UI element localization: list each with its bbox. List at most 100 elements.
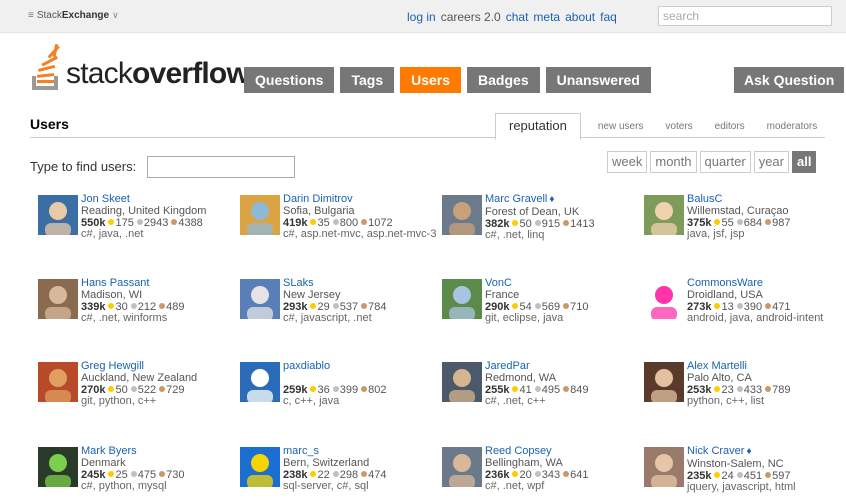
user-name-link[interactable]: Alex Martelli <box>687 360 842 372</box>
user-card: paxdiablo 259k 36 399 802 c, c++, java <box>240 360 440 422</box>
user-tags: c#, javascript, .net <box>283 312 372 324</box>
user-location: Winston-Salem, NC <box>687 458 784 470</box>
silver-badge-icon <box>136 219 143 225</box>
chat-link[interactable]: chat <box>506 10 529 24</box>
user-location: Madison, WI <box>81 289 143 301</box>
user-location <box>283 372 438 384</box>
user-avatar[interactable] <box>38 447 78 487</box>
user-name: Reed Copsey <box>485 445 552 457</box>
user-name-link[interactable]: Greg Hewgill <box>81 360 236 372</box>
nav-badges[interactable]: Badges <box>467 67 540 93</box>
user-card: JaredPar Redmond, WA 255k 41 495 849 c#, .net,… <box>442 360 642 422</box>
bronze-badge-icon <box>765 219 772 225</box>
user-avatar[interactable] <box>240 447 280 487</box>
user-tags: c#, .net, c++ <box>485 395 546 407</box>
period-quarter[interactable]: quarter <box>699 151 751 173</box>
period-all[interactable]: all <box>792 151 817 173</box>
page-title: Users <box>30 116 69 132</box>
user-name: VonC <box>485 277 512 289</box>
user-avatar[interactable] <box>38 362 78 402</box>
user-card: SLaks New Jersey 293k 29 537 784 c#, javascrip… <box>240 277 440 339</box>
user-info: Hans Passant Madison, WI 339k 30 212 489 c#, .… <box>81 277 236 324</box>
user-avatar[interactable] <box>644 195 684 235</box>
gold-badge-icon <box>512 220 519 226</box>
search-input[interactable] <box>658 6 832 26</box>
user-avatar[interactable] <box>240 195 280 235</box>
user-location: Droidland, USA <box>687 289 763 301</box>
bronze-badge-icon <box>361 303 368 309</box>
tab-editors[interactable]: editors <box>704 121 756 139</box>
user-name-link[interactable]: Darin Dimitrov <box>283 193 438 205</box>
user-avatar[interactable] <box>38 195 78 235</box>
stackexchange-topbar: ≡ Stack Exchange ∨ log in careers 2.0 cha… <box>0 0 846 33</box>
user-avatar[interactable] <box>644 362 684 402</box>
user-card: Alex Martelli Palo Alto, CA 253k 23 433 789 py… <box>644 360 844 422</box>
user-name-link[interactable]: VonC <box>485 277 640 289</box>
user-name-link[interactable]: Reed Copsey <box>485 445 640 457</box>
user-card: Nick Craver ♦ Winston-Salem, NC 235k 24 451 59… <box>644 445 844 501</box>
gold-badge-icon <box>512 303 519 309</box>
user-name-link[interactable]: BalusC <box>687 193 842 205</box>
meta-link[interactable]: meta <box>533 10 560 24</box>
about-link[interactable]: about <box>565 10 595 24</box>
bronze-badge-count: 987 <box>772 217 791 229</box>
tab-voters[interactable]: voters <box>654 121 703 139</box>
user-name-link[interactable]: Jon Skeet <box>81 193 236 205</box>
nav-questions[interactable]: Questions <box>244 67 335 93</box>
user-avatar[interactable] <box>442 447 482 487</box>
stackexchange-brand-bold: Exchange <box>61 10 110 21</box>
user-name-link[interactable]: paxdiablo <box>283 360 438 372</box>
tab-moderators[interactable]: moderators <box>756 121 829 139</box>
user-avatar[interactable] <box>442 362 482 402</box>
gold-badge-icon <box>512 471 519 477</box>
period-year[interactable]: year <box>753 151 789 173</box>
nav-unanswered[interactable]: Unanswered <box>545 67 651 93</box>
user-card: Marc Gravell ♦ Forest of Dean, UK 382k 50 915… <box>442 193 642 255</box>
silver-badge-count: 915 <box>541 218 561 230</box>
user-avatar[interactable] <box>644 447 684 487</box>
careers-link[interactable]: careers 2.0 <box>441 10 501 24</box>
user-name-link[interactable]: marc_s <box>283 445 438 457</box>
user-location: Denmark <box>81 457 126 469</box>
user-avatar[interactable] <box>442 279 482 319</box>
user-name-link[interactable]: Nick Craver ♦ <box>687 445 842 458</box>
logo-text-bold: overflow <box>132 57 250 90</box>
tab-reputation[interactable]: reputation <box>495 113 581 140</box>
period-month[interactable]: month <box>650 151 697 173</box>
user-location: Palo Alto, CA <box>687 372 752 384</box>
bronze-badge-count: 802 <box>368 384 387 396</box>
user-avatar[interactable] <box>38 279 78 319</box>
user-info: BalusC Willemstad, Curaçao 375k 55 684 987 jav… <box>687 193 842 240</box>
user-name-link[interactable]: SLaks <box>283 277 438 289</box>
user-avatar[interactable] <box>644 279 684 319</box>
user-tags: sql-server, c#, sql <box>283 480 369 492</box>
moderator-diamond-icon: ♦ <box>746 446 752 457</box>
user-info: Mark Byers Denmark 245k 25 475 730 c#, python,… <box>81 445 236 492</box>
user-avatar[interactable] <box>240 362 280 402</box>
bronze-badge-icon <box>765 472 772 478</box>
faq-link[interactable]: faq <box>600 10 617 24</box>
user-name-link[interactable]: CommonsWare <box>687 277 842 289</box>
bronze-badge-icon <box>563 471 570 477</box>
ask-question-button[interactable]: Ask Question <box>734 67 845 93</box>
user-name-link[interactable]: Hans Passant <box>81 277 236 289</box>
nav-users[interactable]: Users <box>400 67 462 93</box>
find-users-input[interactable] <box>147 156 295 178</box>
tab-new-users[interactable]: new users <box>587 121 655 139</box>
user-avatar[interactable] <box>442 195 482 235</box>
period-week[interactable]: week <box>607 151 648 173</box>
nav-tags[interactable]: Tags <box>340 67 395 93</box>
user-name-link[interactable]: Mark Byers <box>81 445 236 457</box>
user-card: Reed Copsey Bellingham, WA 236k 20 343 641 c#,… <box>442 445 642 501</box>
bronze-badge-icon <box>361 386 368 392</box>
bronze-badge-count: 1413 <box>570 218 595 230</box>
user-name-link[interactable]: Marc Gravell ♦ <box>485 193 640 206</box>
stackoverflow-logo[interactable]: stackoverflow <box>30 42 250 92</box>
login-link[interactable]: log in <box>407 10 436 24</box>
user-avatar[interactable] <box>240 279 280 319</box>
silver-badge-icon <box>130 303 137 309</box>
user-tags: c, c++, java <box>283 395 340 407</box>
gold-badge-icon <box>108 386 115 392</box>
user-name-link[interactable]: JaredPar <box>485 360 640 372</box>
stackexchange-menu[interactable]: ≡ Stack Exchange ∨ <box>28 10 119 21</box>
